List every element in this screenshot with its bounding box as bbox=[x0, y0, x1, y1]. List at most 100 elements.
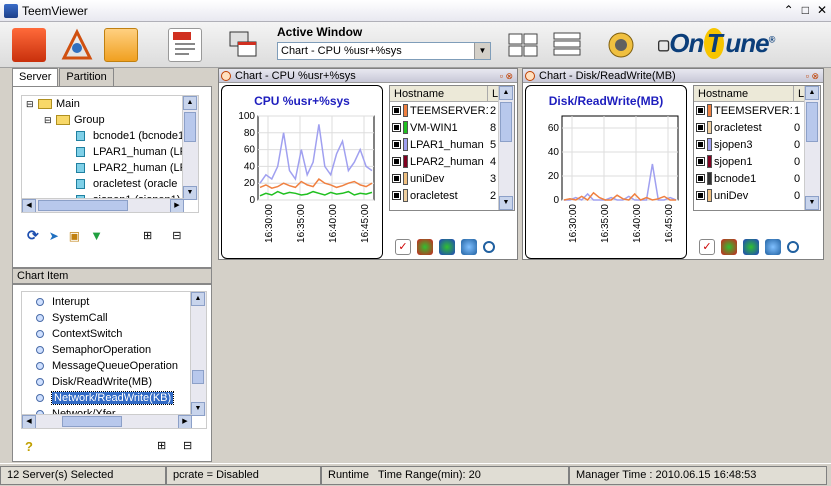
host-row[interactable]: LPAR2_human 4 bbox=[390, 153, 514, 170]
collapse-all-icon[interactable]: ⊟ bbox=[183, 439, 192, 452]
filter-icon[interactable]: ▼ bbox=[90, 228, 103, 243]
chart-item[interactable]: Network/ReadWrite(KB) bbox=[36, 390, 206, 406]
cascade-windows-icon[interactable] bbox=[226, 28, 260, 62]
chart-item[interactable]: Interupt bbox=[36, 294, 206, 310]
host-row[interactable]: uniDev 0 bbox=[694, 187, 820, 204]
scroll-left-icon[interactable]: ◀ bbox=[22, 415, 36, 428]
host-row[interactable]: oracletest 0 bbox=[694, 119, 820, 136]
active-window-select[interactable]: Chart - CPU %usr+%sys ▼ bbox=[277, 42, 491, 60]
hostname-col-header[interactable]: Hostname bbox=[694, 86, 794, 101]
remove-series-icon[interactable] bbox=[743, 239, 759, 255]
tab-server[interactable]: Server bbox=[12, 68, 59, 86]
navigate-icon[interactable]: ➤ bbox=[49, 229, 59, 243]
host-row[interactable]: TEEMSERVER1 2 bbox=[390, 102, 514, 119]
refresh-icon[interactable]: ⟳ bbox=[27, 227, 39, 244]
scroll-thumb[interactable] bbox=[500, 102, 512, 142]
host-row[interactable]: LPAR1_human 5 bbox=[390, 136, 514, 153]
hostname-col-header[interactable]: Hostname bbox=[390, 86, 488, 101]
tab-partition[interactable]: Partition bbox=[59, 68, 114, 86]
item-hscroll[interactable]: ◀ ▶ bbox=[22, 414, 192, 428]
scroll-up-icon[interactable]: ▲ bbox=[191, 292, 205, 306]
host-vscroll[interactable]: ▲ ▼ bbox=[498, 86, 514, 210]
hscroll-thumb[interactable] bbox=[38, 200, 128, 211]
host-vscroll[interactable]: ▲ ▼ bbox=[804, 86, 820, 210]
disk-window-titlebar[interactable]: Chart - Disk/ReadWrite(MB) ▫ ⊗ bbox=[523, 69, 823, 83]
scroll-up-icon[interactable]: ▲ bbox=[499, 86, 513, 100]
scroll-down-icon[interactable]: ▼ bbox=[499, 196, 513, 210]
host-row[interactable]: VM-WIN1 8 bbox=[390, 119, 514, 136]
add-series-icon[interactable] bbox=[417, 239, 433, 255]
chart-item[interactable]: Disk/ReadWrite(MB) bbox=[36, 374, 206, 390]
host-checkbox[interactable] bbox=[392, 123, 401, 132]
scroll-down-icon[interactable]: ▼ bbox=[805, 196, 819, 210]
host-checkbox[interactable] bbox=[696, 123, 705, 132]
window-buttons[interactable]: ▫ ⊗ bbox=[806, 69, 819, 83]
tree-item[interactable]: bcnode1 (bcnode1 bbox=[22, 128, 198, 144]
checkbox-icon[interactable]: ✓ bbox=[395, 239, 411, 255]
collapse-button[interactable]: ⌃ bbox=[784, 3, 794, 17]
tree-vscroll[interactable]: ▲ ▼ bbox=[182, 96, 198, 200]
tree-item[interactable]: oracletest (oracle bbox=[22, 176, 198, 192]
cpu-window-titlebar[interactable]: Chart - CPU %usr+%sys ▫ ⊗ bbox=[219, 69, 517, 83]
host-checkbox[interactable] bbox=[392, 191, 401, 200]
close-button[interactable]: ✕ bbox=[817, 3, 827, 17]
chart-item[interactable]: SemaphorOperation bbox=[36, 342, 206, 358]
maximize-button[interactable]: □ bbox=[802, 3, 809, 17]
window-buttons[interactable]: ▫ ⊗ bbox=[500, 69, 513, 83]
tree-hscroll[interactable]: ◀ ▶ bbox=[22, 198, 184, 212]
speaker-icon[interactable] bbox=[604, 28, 638, 62]
people-icon[interactable] bbox=[765, 239, 781, 255]
analysis-icon[interactable] bbox=[60, 28, 94, 62]
report-icon[interactable] bbox=[168, 28, 202, 62]
tile-grid-icon[interactable] bbox=[506, 28, 540, 62]
scroll-right-icon[interactable]: ▶ bbox=[170, 199, 184, 212]
host-row[interactable]: sjopen1 0 bbox=[694, 153, 820, 170]
add-series-icon[interactable] bbox=[721, 239, 737, 255]
tree-item[interactable]: ⊟ Main bbox=[22, 96, 198, 112]
scroll-thumb[interactable] bbox=[192, 370, 204, 384]
help-icon[interactable]: ? bbox=[25, 439, 33, 454]
host-row[interactable]: oracletest 2 bbox=[390, 187, 514, 204]
host-checkbox[interactable] bbox=[392, 106, 401, 115]
host-row[interactable]: uniDev 3 bbox=[390, 170, 514, 187]
folder-icon[interactable] bbox=[104, 28, 138, 62]
scroll-down-icon[interactable]: ▼ bbox=[183, 186, 197, 200]
chevron-down-icon[interactable]: ▼ bbox=[474, 43, 490, 59]
host-checkbox[interactable] bbox=[392, 157, 401, 166]
remove-series-icon[interactable] bbox=[439, 239, 455, 255]
item-vscroll[interactable]: ▲ ▼ bbox=[190, 292, 206, 416]
host-checkbox[interactable] bbox=[696, 140, 705, 149]
scroll-left-icon[interactable]: ◀ bbox=[22, 199, 36, 212]
tree-item[interactable]: LPAR1_human (LP bbox=[22, 144, 198, 160]
collapse-toggle-icon[interactable]: ⊟ bbox=[26, 99, 38, 110]
people-icon[interactable] bbox=[461, 239, 477, 255]
host-checkbox[interactable] bbox=[392, 174, 401, 183]
expand-all-icon[interactable]: ⊞ bbox=[157, 439, 166, 452]
chart-item[interactable]: MessageQueueOperation bbox=[36, 358, 206, 374]
collapse-toggle-icon[interactable]: ⊟ bbox=[44, 115, 56, 126]
scroll-up-icon[interactable]: ▲ bbox=[805, 86, 819, 100]
scroll-up-icon[interactable]: ▲ bbox=[183, 96, 197, 110]
checkbox-icon[interactable]: ✓ bbox=[699, 239, 715, 255]
scroll-thumb[interactable] bbox=[806, 102, 818, 142]
host-checkbox[interactable] bbox=[696, 174, 705, 183]
zoom-icon[interactable] bbox=[787, 241, 799, 253]
host-checkbox[interactable] bbox=[392, 140, 401, 149]
scroll-down-icon[interactable]: ▼ bbox=[191, 402, 205, 416]
host-checkbox[interactable] bbox=[696, 106, 705, 115]
host-row[interactable]: sjopen3 0 bbox=[694, 136, 820, 153]
realtime-monitor-icon[interactable] bbox=[12, 28, 46, 62]
tile-horizontal-icon[interactable] bbox=[550, 28, 584, 62]
hscroll-thumb[interactable] bbox=[62, 416, 122, 427]
tree-item[interactable]: LPAR2_human (LP bbox=[22, 160, 198, 176]
host-checkbox[interactable] bbox=[696, 191, 705, 200]
chart-item[interactable]: SystemCall bbox=[36, 310, 206, 326]
folder-add-icon[interactable]: ▣ bbox=[69, 229, 80, 243]
host-checkbox[interactable] bbox=[696, 157, 705, 166]
expand-all-icon[interactable]: ⊞ bbox=[143, 229, 152, 242]
tree-item[interactable]: ⊟ Group bbox=[22, 112, 198, 128]
zoom-icon[interactable] bbox=[483, 241, 495, 253]
collapse-all-icon[interactable]: ⊟ bbox=[172, 229, 181, 242]
chart-item[interactable]: ContextSwitch bbox=[36, 326, 206, 342]
host-row[interactable]: TEEMSERVER1 1 bbox=[694, 102, 820, 119]
